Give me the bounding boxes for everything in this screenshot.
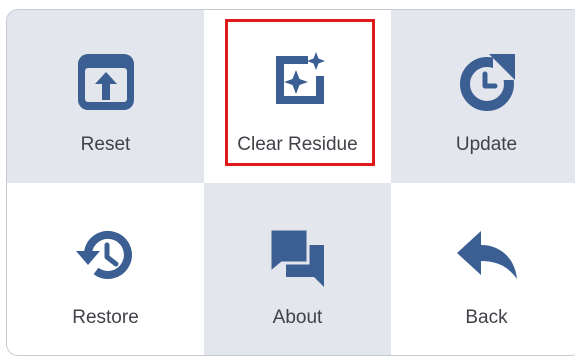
restore-icon bbox=[75, 230, 132, 279]
reset-label: Reset bbox=[80, 134, 131, 155]
about-tile[interactable]: About bbox=[204, 183, 391, 355]
reset-icon bbox=[77, 54, 134, 110]
about-icon bbox=[268, 227, 324, 287]
back-icon bbox=[456, 231, 517, 279]
clear-residue-tile[interactable]: Clear Residue bbox=[204, 10, 391, 183]
tool-menu-panel: Reset Clear Residue Update Restore About… bbox=[6, 9, 575, 356]
clear-residue-icon bbox=[275, 52, 325, 104]
update-icon bbox=[459, 54, 519, 111]
about-label: About bbox=[272, 307, 323, 328]
reset-tile[interactable]: Reset bbox=[7, 10, 204, 183]
back-tile[interactable]: Back bbox=[391, 183, 575, 355]
restore-label: Restore bbox=[72, 307, 139, 328]
update-tile[interactable]: Update bbox=[391, 10, 575, 183]
restore-tile[interactable]: Restore bbox=[7, 183, 204, 355]
back-label: Back bbox=[465, 307, 508, 328]
update-label: Update bbox=[455, 134, 518, 155]
clear-residue-label: Clear Residue bbox=[237, 134, 358, 155]
